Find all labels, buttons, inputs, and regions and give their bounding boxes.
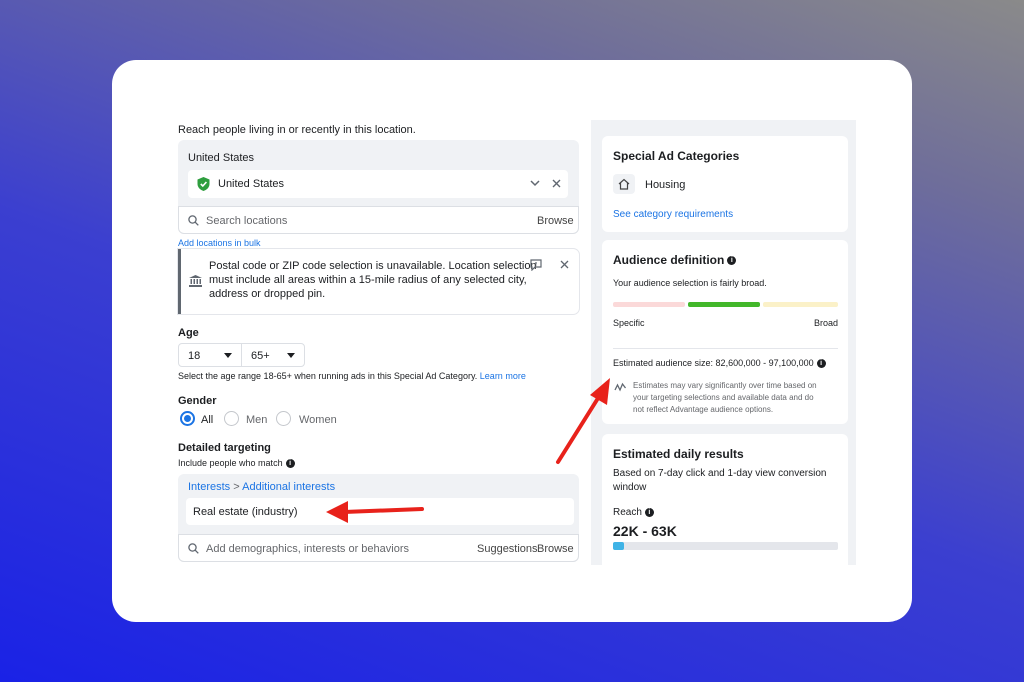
- housing-icon-bg: [613, 174, 635, 194]
- gender-all-radio[interactable]: [180, 411, 195, 426]
- age-max-value: 65+: [251, 350, 270, 362]
- interest-item[interactable]: Real estate (industry): [186, 498, 574, 525]
- notice-line-1: Postal code or ZIP code selection is una…: [209, 260, 537, 272]
- country-header: United States: [188, 152, 255, 164]
- category-requirements-link[interactable]: See category requirements: [613, 209, 733, 220]
- location-search-input[interactable]: Search locations: [206, 215, 287, 227]
- info-icon[interactable]: i: [285, 459, 295, 469]
- reach-progress-track: [613, 542, 838, 550]
- age-note-text: Select the age range 18-65+ when running…: [178, 371, 478, 381]
- meter-specific-segment: [613, 302, 685, 307]
- location-intro: Reach people living in or recently in th…: [178, 124, 416, 136]
- estimate-trend-icon: [614, 382, 627, 392]
- special-ad-title: Special Ad Categories: [613, 149, 740, 163]
- targeting-search-input[interactable]: Add demographics, interests or behaviors: [206, 543, 409, 555]
- info-icon[interactable]: i: [727, 256, 737, 266]
- daily-basis-1: Based on 7-day click and 1-day view conv…: [613, 468, 827, 479]
- chevron-down-icon[interactable]: [530, 180, 540, 187]
- info-icon[interactable]: i: [816, 359, 826, 369]
- reach-value: 22K - 63K: [613, 523, 677, 539]
- search-icon: [188, 215, 199, 226]
- audience-summary: Your audience selection is fairly broad.: [613, 278, 767, 288]
- gender-women-radio[interactable]: [276, 411, 291, 426]
- gender-all-label: All: [201, 414, 214, 426]
- estimate-note-3: not reflect Advantage audience options.: [633, 405, 774, 414]
- location-browse-button[interactable]: Browse: [537, 215, 574, 227]
- crumb-interests[interactable]: Interests: [188, 481, 230, 493]
- search-icon: [188, 543, 199, 554]
- audience-meter: [613, 302, 838, 307]
- selected-location-row[interactable]: United States: [188, 170, 568, 198]
- interest-item-label: Real estate (industry): [193, 506, 298, 518]
- right-panel-column: Special Ad Categories Housing See catego…: [591, 120, 856, 574]
- screenshot-card: Reach people living in or recently in th…: [112, 60, 912, 622]
- special-ad-categories-panel: Special Ad Categories Housing See catego…: [602, 136, 848, 232]
- gender-men-label: Men: [246, 414, 268, 426]
- meter-broad-label: Broad: [814, 318, 839, 328]
- crumb-separator: >: [233, 481, 240, 493]
- reach-progress-fill: [613, 542, 625, 550]
- age-min-select[interactable]: 18: [179, 344, 242, 366]
- include-match-label: Include people who match i: [178, 458, 295, 469]
- daily-basis-2: window: [613, 482, 647, 493]
- location-box: United States United States Search locat…: [178, 140, 579, 234]
- reach-label-text: Reach: [613, 507, 642, 518]
- meter-broad-segment: [763, 302, 838, 307]
- estimated-daily-results-panel: Estimated daily results Based on 7-day c…: [602, 434, 848, 574]
- divider: [613, 348, 838, 349]
- gender-men-radio[interactable]: [224, 411, 239, 426]
- gender-women-label: Women: [299, 414, 337, 426]
- caret-down-icon: [224, 353, 232, 358]
- suggestions-button[interactable]: Suggestions: [477, 543, 538, 555]
- daily-results-title: Estimated daily results: [613, 447, 744, 461]
- verified-shield-icon: [197, 177, 210, 191]
- location-search[interactable]: Search locations Browse: [178, 206, 579, 234]
- interest-breadcrumb: Interests > Additional interests: [188, 481, 335, 493]
- meter-active-segment: [688, 302, 760, 307]
- audience-title: Audience definition i: [613, 253, 737, 267]
- age-label: Age: [178, 327, 199, 339]
- notice-line-3: address or dropped pin.: [209, 288, 326, 300]
- location-notice: Postal code or ZIP code selection is una…: [178, 249, 579, 314]
- feedback-icon[interactable]: [530, 259, 542, 271]
- estimated-audience-text: Estimated audience size: 82,600,000 - 97…: [613, 358, 814, 368]
- meter-specific-label: Specific: [613, 318, 645, 328]
- estimate-note-2: your targeting selections and available …: [633, 393, 814, 402]
- estimated-audience-size: Estimated audience size: 82,600,000 - 97…: [613, 358, 826, 369]
- detailed-targeting-box: Interests > Additional interests Real es…: [178, 474, 579, 562]
- age-max-select[interactable]: 65+: [242, 344, 305, 366]
- housing-label: Housing: [645, 179, 686, 191]
- age-selector: 18 65+: [178, 343, 305, 367]
- notice-line-2: must include all areas within a 15-mile …: [209, 274, 527, 286]
- targeting-browse-button[interactable]: Browse: [537, 543, 574, 555]
- bank-icon: [189, 275, 202, 287]
- targeting-search[interactable]: Add demographics, interests or behaviors…: [178, 534, 579, 562]
- close-icon[interactable]: [552, 179, 561, 188]
- include-match-text: Include people who match: [178, 458, 283, 468]
- audience-definition-panel: Audience definition i Your audience selec…: [602, 240, 848, 424]
- reach-label: Reach i: [613, 507, 654, 518]
- crumb-additional-interests[interactable]: Additional interests: [242, 481, 335, 493]
- info-icon[interactable]: i: [644, 507, 654, 517]
- selected-location: United States: [218, 178, 285, 190]
- age-min-value: 18: [188, 350, 201, 362]
- caret-down-icon: [287, 353, 295, 358]
- age-note: Select the age range 18-65+ when running…: [178, 371, 526, 381]
- gender-label: Gender: [178, 395, 217, 407]
- learn-more-link[interactable]: Learn more: [480, 371, 526, 381]
- home-icon: [618, 178, 630, 190]
- add-locations-bulk-link[interactable]: Add locations in bulk: [178, 238, 261, 248]
- audience-title-text: Audience definition: [613, 253, 725, 267]
- dismiss-notice-icon[interactable]: [560, 260, 569, 269]
- detailed-targeting-label: Detailed targeting: [178, 442, 271, 454]
- estimate-note-1: Estimates may vary significantly over ti…: [633, 381, 817, 390]
